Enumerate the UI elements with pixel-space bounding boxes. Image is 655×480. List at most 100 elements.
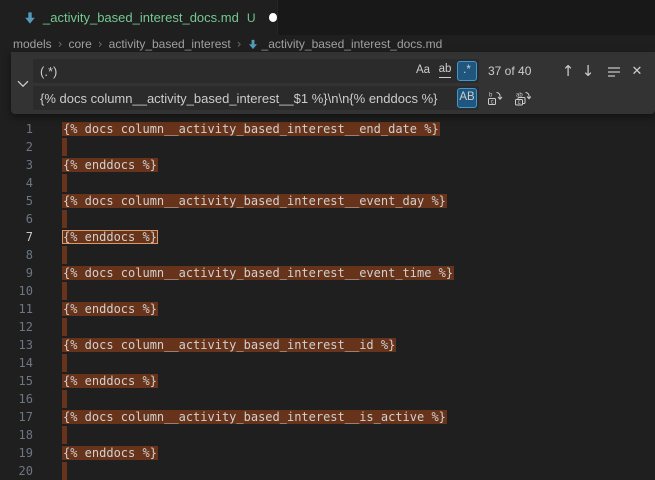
find-match-highlight: {% enddocs %} (62, 302, 158, 316)
editor-line[interactable]: 9 {% docs column__activity_based_interest… (0, 264, 655, 282)
editor-line[interactable]: 2 (0, 138, 655, 156)
find-widget: Aa ab .* 37 of 40 ↑ ↓ ✕ AB b c ab (11, 52, 655, 114)
line-number[interactable]: 11 (0, 300, 33, 318)
editor-line[interactable]: 16 (0, 390, 655, 408)
markdown-file-icon (24, 11, 36, 25)
line-number[interactable]: 9 (0, 264, 33, 282)
line-content[interactable]: {% enddocs %} (63, 372, 158, 390)
line-number[interactable]: 3 (0, 156, 33, 174)
editor-line[interactable]: 5 {% docs column__activity_based_interest… (0, 192, 655, 210)
line-content[interactable]: {% docs column__activity_based_interest_… (63, 264, 454, 282)
editor-line[interactable]: 19 {% enddocs %} (0, 444, 655, 462)
editor-line[interactable]: 7 {% enddocs %} (0, 228, 655, 246)
find-match-highlight-empty-line (62, 174, 67, 192)
editor-line[interactable]: 17 {% docs column__activity_based_interes… (0, 408, 655, 426)
find-match-highlight: {% docs column__activity_based_interest_… (62, 122, 440, 136)
line-number[interactable]: 12 (0, 318, 33, 336)
line-content[interactable] (63, 390, 67, 408)
whole-word-button[interactable]: ab (435, 61, 455, 81)
line-number[interactable]: 20 (0, 462, 33, 480)
find-match-highlight: {% enddocs %} (62, 158, 158, 172)
tab-activity-based-interest-docs[interactable]: _activity_based_interest_docs.md U (0, 0, 278, 35)
line-content[interactable] (63, 354, 67, 372)
line-number[interactable]: 17 (0, 408, 33, 426)
chevron-right-icon: › (98, 37, 103, 51)
line-content[interactable]: {% enddocs %} (63, 444, 158, 462)
line-content[interactable] (63, 282, 67, 300)
find-match-highlight-empty-line (62, 318, 67, 336)
regex-button[interactable]: .* (457, 61, 477, 81)
breadcrumb-item-core[interactable]: core (69, 37, 92, 51)
previous-match-button[interactable]: ↑ (558, 61, 578, 81)
replace-button[interactable]: b c (485, 88, 505, 108)
modified-dot-icon[interactable] (269, 13, 277, 22)
line-number[interactable]: 8 (0, 246, 33, 264)
find-match-highlight: {% enddocs %} (62, 446, 158, 460)
line-number[interactable]: 15 (0, 372, 33, 390)
replace-all-icon: ab c (514, 90, 531, 106)
line-content[interactable]: {% enddocs %} (63, 228, 158, 246)
line-content[interactable] (63, 174, 67, 192)
find-match-highlight-empty-line (62, 282, 67, 300)
line-number[interactable]: 6 (0, 210, 33, 228)
chevron-right-icon: › (237, 37, 242, 51)
editor-line[interactable]: 10 (0, 282, 655, 300)
toggle-replace-button[interactable] (14, 75, 31, 92)
find-match-highlight-empty-line (62, 462, 67, 480)
editor-line[interactable]: 15 {% enddocs %} (0, 372, 655, 390)
line-content[interactable]: {% docs column__activity_based_interest_… (63, 120, 440, 138)
line-content[interactable]: {% enddocs %} (63, 300, 158, 318)
editor-line[interactable]: 6 (0, 210, 655, 228)
line-content[interactable] (63, 138, 67, 156)
line-content[interactable] (63, 462, 67, 480)
find-match-highlight: {% docs column__activity_based_interest_… (62, 266, 454, 280)
preserve-case-button[interactable]: AB (457, 88, 477, 108)
line-number[interactable]: 2 (0, 138, 33, 156)
breadcrumb-item-file[interactable]: _activity_based_interest_docs.md (262, 37, 443, 51)
find-in-selection-button[interactable] (604, 61, 624, 81)
editor-line[interactable]: 18 (0, 426, 655, 444)
find-results-count: 37 of 40 (488, 59, 531, 83)
match-case-button[interactable]: Aa (413, 61, 433, 81)
line-number[interactable]: 18 (0, 426, 33, 444)
editor-line[interactable]: 20 (0, 462, 655, 480)
line-number[interactable]: 19 (0, 444, 33, 462)
line-number[interactable]: 13 (0, 336, 33, 354)
line-number[interactable]: 5 (0, 192, 33, 210)
editor-line[interactable]: 3 {% enddocs %} (0, 156, 655, 174)
breadcrumb-item-activity-based-interest[interactable]: activity_based_interest (109, 37, 231, 51)
breadcrumb-item-models[interactable]: models (13, 37, 52, 51)
editor[interactable]: 1 {% docs column__activity_based_interest… (0, 120, 655, 480)
find-match-highlight-empty-line (62, 426, 67, 444)
line-content[interactable]: {% docs column__activity_based_interest_… (63, 336, 396, 354)
line-number[interactable]: 10 (0, 282, 33, 300)
line-content[interactable] (63, 210, 67, 228)
editor-line[interactable]: 1 {% docs column__activity_based_interest… (0, 120, 655, 138)
line-content[interactable] (63, 426, 67, 444)
close-find-widget-button[interactable]: ✕ (627, 61, 647, 81)
line-number[interactable]: 7 (0, 228, 33, 246)
line-content[interactable]: {% docs column__activity_based_interest_… (63, 192, 447, 210)
tab-bar: _activity_based_interest_docs.md U (0, 0, 655, 35)
line-number[interactable]: 1 (0, 120, 33, 138)
editor-line[interactable]: 8 (0, 246, 655, 264)
line-number[interactable]: 14 (0, 354, 33, 372)
line-content[interactable]: {% enddocs %} (63, 156, 158, 174)
svg-text:c: c (491, 99, 494, 105)
line-content[interactable] (63, 318, 67, 336)
line-number[interactable]: 4 (0, 174, 33, 192)
editor-line[interactable]: 11 {% enddocs %} (0, 300, 655, 318)
line-content[interactable] (63, 246, 67, 264)
editor-line[interactable]: 14 (0, 354, 655, 372)
tab-filename: _activity_based_interest_docs.md (43, 10, 239, 25)
replace-input[interactable] (33, 86, 479, 110)
current-find-match-highlight: {% enddocs %} (62, 230, 158, 244)
line-number[interactable]: 16 (0, 390, 33, 408)
editor-line[interactable]: 4 (0, 174, 655, 192)
next-match-button[interactable]: ↓ (578, 61, 598, 81)
editor-line[interactable]: 13 {% docs column__activity_based_interes… (0, 336, 655, 354)
line-content[interactable]: {% docs column__activity_based_interest_… (63, 408, 447, 426)
arrow-up-icon: ↑ (562, 62, 575, 80)
editor-line[interactable]: 12 (0, 318, 655, 336)
replace-all-button[interactable]: ab c (512, 88, 532, 108)
